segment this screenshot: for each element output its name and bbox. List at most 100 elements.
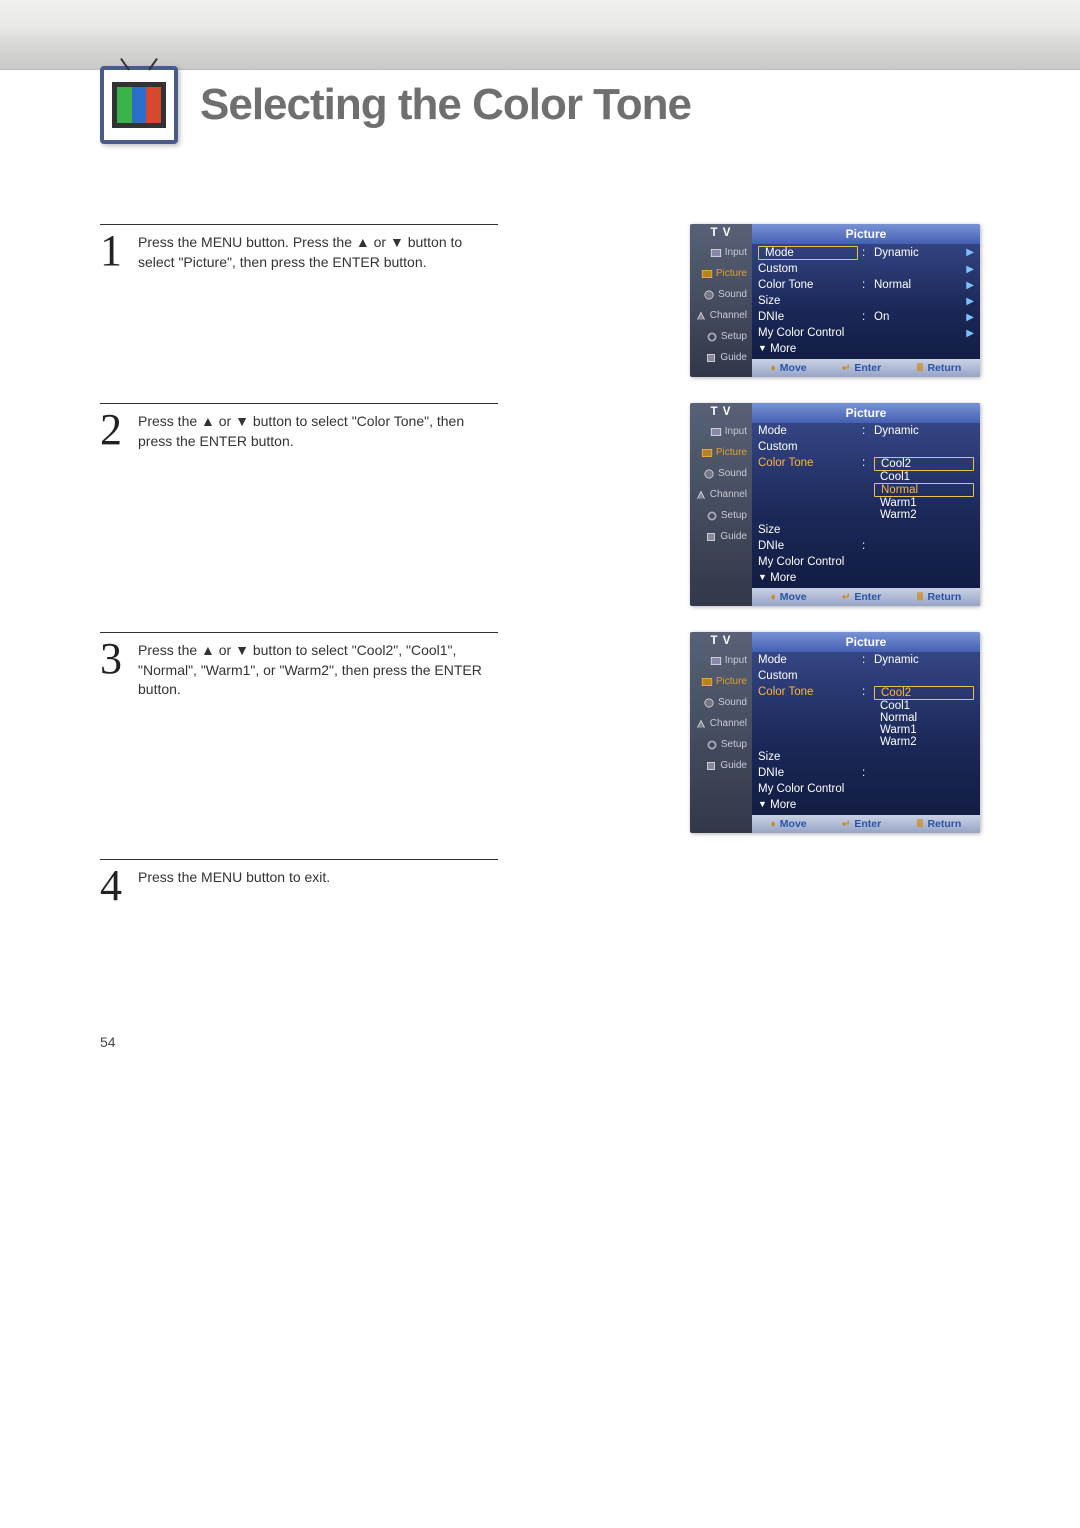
- header-band: [0, 0, 1080, 70]
- osd-sidebar-title: T V: [690, 224, 752, 242]
- menu-label: DNIe: [758, 540, 858, 552]
- sidebar-item-sound[interactable]: Sound: [690, 284, 752, 305]
- sidebar-item-input[interactable]: Input: [690, 421, 752, 442]
- sidebar-item-channel[interactable]: Channel: [690, 484, 752, 505]
- hint-enter: Enter: [854, 818, 881, 830]
- right-arrow-icon: ▶: [966, 312, 974, 323]
- sidebar-label: Guide: [720, 353, 747, 363]
- menu-row-custom[interactable]: Custom: [752, 439, 980, 455]
- channel-icon: [694, 718, 708, 730]
- sidebar-label: Setup: [721, 332, 747, 342]
- osd-hints: ♦Move ↵Enter ⅢReturn: [752, 359, 980, 377]
- sidebar-item-sound[interactable]: Sound: [690, 463, 752, 484]
- page-number: 54: [0, 974, 1080, 1080]
- menu-label: DNIe: [758, 767, 858, 779]
- sidebar-item-guide[interactable]: Guide: [690, 347, 752, 368]
- osd-sidebar: T V Input Picture Sound Channel Setup Gu…: [690, 224, 752, 377]
- menu-row-size[interactable]: Size: [752, 749, 980, 765]
- menu-row-my-color[interactable]: My Color Control: [752, 781, 980, 797]
- menu-row-custom[interactable]: Custom ▶: [752, 261, 980, 277]
- menu-row-mode[interactable]: Mode : Dynamic: [752, 423, 980, 439]
- return-icon: Ⅲ: [917, 819, 924, 830]
- menu-row-more[interactable]: ▼ More: [752, 797, 980, 815]
- title-row: Selecting the Color Tone: [0, 66, 1080, 144]
- sidebar-label: Input: [725, 248, 747, 258]
- sidebar-item-input[interactable]: Input: [690, 242, 752, 263]
- sidebar-item-setup[interactable]: Setup: [690, 505, 752, 526]
- option-cool2[interactable]: Cool2: [874, 457, 974, 471]
- sidebar-label: Channel: [710, 490, 747, 500]
- menu-label: More: [770, 343, 796, 355]
- right-arrow-icon: ▶: [966, 296, 974, 307]
- menu-row-color-tone[interactable]: Color Tone : Normal ▶: [752, 277, 980, 293]
- option-cool1[interactable]: Cool1: [874, 700, 974, 712]
- menu-label: My Color Control: [758, 327, 844, 339]
- menu-row-color-tone[interactable]: Color Tone : Cool2 Cool1 Normal Warm1 Wa…: [752, 684, 980, 749]
- sidebar-label: Setup: [721, 740, 747, 750]
- menu-row-dnie[interactable]: DNIe : On ▶: [752, 309, 980, 325]
- osd-sidebar-title: T V: [690, 632, 752, 650]
- option-cool2[interactable]: Cool2: [874, 686, 974, 700]
- menu-label: Custom: [758, 441, 858, 453]
- option-cool1[interactable]: Cool1: [874, 471, 974, 483]
- menu-row-color-tone[interactable]: Color Tone : Cool2 Cool1 Normal Warm1 Wa…: [752, 455, 980, 522]
- step-number: 4: [100, 864, 126, 908]
- menu-row-mode[interactable]: Mode : Dynamic: [752, 652, 980, 668]
- sidebar-item-channel[interactable]: Channel: [690, 713, 752, 734]
- menu-label: More: [770, 799, 796, 811]
- menu-row-dnie[interactable]: DNIe :: [752, 765, 980, 781]
- sidebar-item-picture[interactable]: Picture: [690, 263, 752, 284]
- menu-row-my-color[interactable]: My Color Control ▶: [752, 325, 980, 341]
- tv-icon: [100, 66, 178, 144]
- return-icon: Ⅲ: [917, 363, 924, 374]
- sidebar-item-input[interactable]: Input: [690, 650, 752, 671]
- menu-label: Size: [758, 751, 858, 763]
- osd-sidebar: T V Input Picture Sound Channel Setup Gu…: [690, 632, 752, 833]
- menu-row-mode[interactable]: Mode : Dynamic ▶: [752, 244, 980, 261]
- menu-row-my-color[interactable]: My Color Control: [752, 554, 980, 570]
- menu-label: Color Tone: [758, 686, 858, 698]
- antenna-icon: [124, 60, 154, 70]
- osd-title: Picture: [752, 403, 980, 423]
- sidebar-label: Guide: [720, 532, 747, 542]
- option-warm2[interactable]: Warm2: [874, 736, 974, 748]
- osd-hints: ♦Move ↵Enter ⅢReturn: [752, 815, 980, 833]
- option-normal[interactable]: Normal: [874, 483, 974, 497]
- menu-label: More: [770, 572, 796, 584]
- setup-icon: [705, 331, 719, 343]
- sidebar-item-guide[interactable]: Guide: [690, 755, 752, 776]
- menu-row-custom[interactable]: Custom: [752, 668, 980, 684]
- step-text: Press the MENU button to exit.: [138, 864, 330, 908]
- menu-row-size[interactable]: Size: [752, 522, 980, 538]
- sidebar-item-picture[interactable]: Picture: [690, 442, 752, 463]
- sidebar-item-setup[interactable]: Setup: [690, 734, 752, 755]
- sidebar-item-guide[interactable]: Guide: [690, 526, 752, 547]
- sidebar-label: Picture: [716, 677, 747, 687]
- osd-title: Picture: [752, 632, 980, 652]
- enter-icon: ↵: [842, 819, 850, 830]
- option-normal[interactable]: Normal: [874, 712, 974, 724]
- menu-row-dnie[interactable]: DNIe :: [752, 538, 980, 554]
- sidebar-item-setup[interactable]: Setup: [690, 326, 752, 347]
- option-warm1[interactable]: Warm1: [874, 497, 974, 509]
- sound-icon: [702, 697, 716, 709]
- picture-icon: [700, 447, 714, 459]
- sidebar-label: Picture: [716, 269, 747, 279]
- sidebar-item-sound[interactable]: Sound: [690, 692, 752, 713]
- hint-return: Return: [927, 818, 961, 830]
- option-warm2[interactable]: Warm2: [874, 509, 974, 521]
- menu-row-more[interactable]: ▼ More: [752, 341, 980, 359]
- sidebar-label: Sound: [718, 290, 747, 300]
- menu-row-more[interactable]: ▼ More: [752, 570, 980, 588]
- option-warm1[interactable]: Warm1: [874, 724, 974, 736]
- right-arrow-icon: ▶: [966, 280, 974, 291]
- picture-icon: [700, 268, 714, 280]
- menu-row-size[interactable]: Size ▶: [752, 293, 980, 309]
- step-3: 3 Press the ▲ or ▼ button to select "Coo…: [100, 632, 980, 833]
- sidebar-item-picture[interactable]: Picture: [690, 671, 752, 692]
- step-2: 2 Press the ▲ or ▼ button to select "Col…: [100, 403, 980, 606]
- sidebar-item-channel[interactable]: Channel: [690, 305, 752, 326]
- guide-icon: [704, 352, 718, 364]
- osd-title: Picture: [752, 224, 980, 244]
- step-number: 2: [100, 408, 126, 452]
